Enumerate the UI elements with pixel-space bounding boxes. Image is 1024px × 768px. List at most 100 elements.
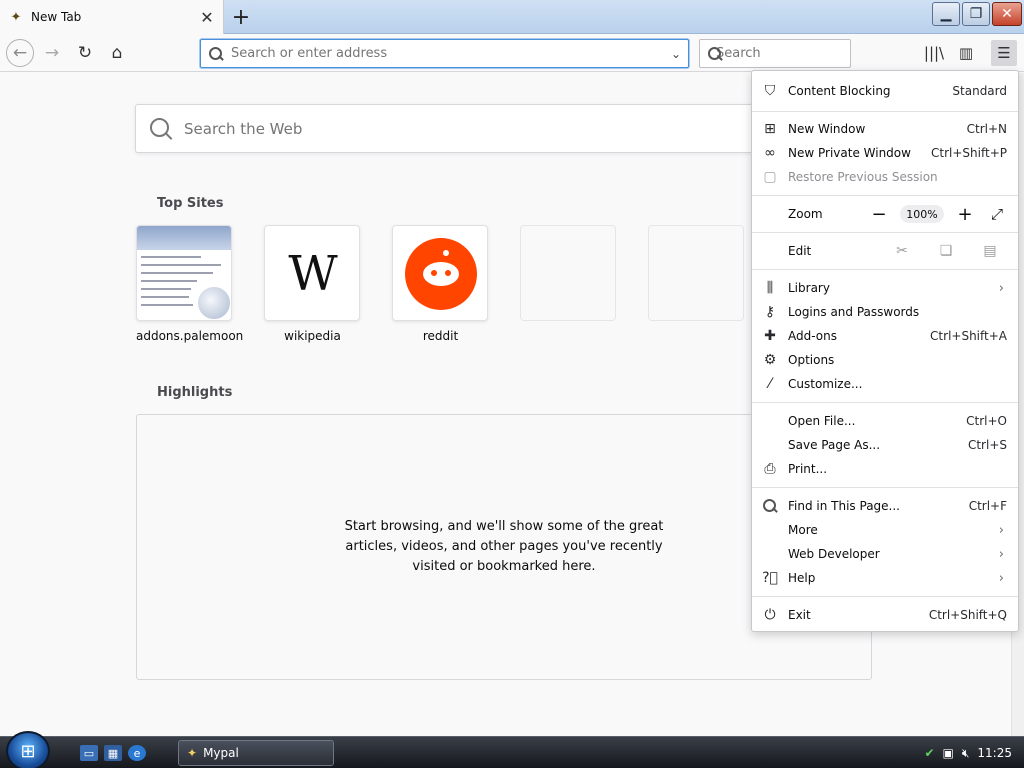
search-bar[interactable] xyxy=(699,39,886,68)
forward-arrow-icon[interactable]: → xyxy=(38,39,66,67)
menu-item-label: Options xyxy=(788,353,835,367)
site-thumbnail-empty xyxy=(520,225,616,321)
paste-icon[interactable]: ▤ xyxy=(968,240,1012,262)
zoom-controls: − 100% + ⤢ xyxy=(866,203,1010,225)
chevron-right-icon: › xyxy=(998,546,1004,562)
menu-item-value: Standard xyxy=(952,84,1007,98)
top-site-tile[interactable]: addons.palemoon xyxy=(136,225,244,343)
tab-close-icon[interactable]: ✕ xyxy=(197,7,217,27)
start-button[interactable]: ⊞ xyxy=(6,731,50,768)
private-mask-icon: ∞ xyxy=(764,145,776,161)
chevron-right-icon: › xyxy=(998,570,1004,586)
back-arrow-icon[interactable]: ← xyxy=(6,39,34,67)
menu-item-shortcut: Ctrl+Shift+A xyxy=(930,329,1007,343)
shield-icon: ⛉ xyxy=(764,83,776,99)
site-thumbnail xyxy=(392,225,488,321)
menu-item-shortcut: Ctrl+O xyxy=(966,414,1007,428)
menu-item-help[interactable]: ?⃝ Help › xyxy=(752,566,1018,590)
menu-item-web-developer[interactable]: Web Developer › xyxy=(752,542,1018,566)
menu-item-options[interactable]: ⚙ Options xyxy=(752,348,1018,372)
new-window-icon: ⊞ xyxy=(764,121,776,137)
moon-icon xyxy=(195,284,231,320)
menu-item-label: Exit xyxy=(788,608,811,622)
menu-item-more[interactable]: More › xyxy=(752,518,1018,542)
zoom-reset-button[interactable]: 100% xyxy=(900,205,944,223)
search-input[interactable] xyxy=(716,46,886,61)
reload-icon[interactable]: ↻ xyxy=(71,39,99,67)
minimize-button[interactable]: ▁ xyxy=(932,2,960,26)
tab-bar: ✦ New Tab ✕ + ▁ ❐ ✕ xyxy=(0,0,1024,34)
mypal-app-icon: ✦ xyxy=(187,746,198,760)
menu-item-logins[interactable]: ⚷ Logins and Passwords xyxy=(752,300,1018,324)
hamburger-menu-icon[interactable]: ☰ xyxy=(991,40,1017,66)
taskbar: ⊞ ▭ ▦ e ✦ Mypal ✔ ▣ 🔇︎ 11:25 xyxy=(0,731,1024,768)
menu-item-shortcut: Ctrl+Shift+P xyxy=(931,146,1007,160)
menu-item-label: Restore Previous Session xyxy=(788,170,938,184)
menu-item-save-page[interactable]: Save Page As... Ctrl+S xyxy=(752,433,1018,457)
url-input[interactable] xyxy=(231,46,664,61)
new-tab-button[interactable]: + xyxy=(229,5,253,30)
menu-item-new-private-window[interactable]: ∞ New Private Window Ctrl+Shift+P xyxy=(752,141,1018,165)
home-icon[interactable]: ⌂ xyxy=(103,39,131,67)
edit-controls: ✂ ❏ ▤ xyxy=(880,240,1012,262)
top-site-placeholder xyxy=(648,225,745,329)
network-icon[interactable]: ▣ xyxy=(943,746,954,760)
window-close-button[interactable]: ✕ xyxy=(992,2,1022,26)
search-icon xyxy=(752,499,788,513)
cut-icon[interactable]: ✂ xyxy=(880,240,924,262)
clock[interactable]: 11:25 xyxy=(977,746,1012,760)
show-desktop-icon[interactable]: ▭ xyxy=(80,745,98,761)
chevron-right-icon: › xyxy=(998,522,1004,538)
fullscreen-icon[interactable]: ⤢ xyxy=(984,203,1010,225)
menu-item-open-file[interactable]: Open File... Ctrl+O xyxy=(752,409,1018,433)
copy-icon[interactable]: ❏ xyxy=(924,240,968,262)
taskbar-item-mypal[interactable]: ✦ Mypal xyxy=(178,740,334,766)
menu-item-label: Edit xyxy=(788,244,812,258)
menu-item-label: Content Blocking xyxy=(788,84,891,98)
paintbrush-icon: ⁄ xyxy=(768,376,772,392)
tab-favicon-icon: ✦ xyxy=(10,9,22,25)
help-icon: ?⃝ xyxy=(762,570,778,586)
search-icon xyxy=(150,117,172,140)
zoom-out-button[interactable]: − xyxy=(866,203,892,225)
site-thumbnail: W xyxy=(264,225,360,321)
menu-item-label: More xyxy=(788,523,818,537)
restore-button[interactable]: ❐ xyxy=(962,2,990,26)
menu-item-addons[interactable]: ✚ Add-ons Ctrl+Shift+A xyxy=(752,324,1018,348)
menu-item-find[interactable]: Find in This Page... Ctrl+F xyxy=(752,494,1018,518)
menu-item-customize[interactable]: ⁄ Customize... xyxy=(752,372,1018,396)
wikipedia-logo-icon: W xyxy=(288,246,338,302)
library-icon: ⫼ xyxy=(766,280,774,296)
tab-new-tab[interactable]: ✦ New Tab ✕ xyxy=(0,0,224,34)
app-menu-panel: ⛉ Content Blocking Standard ⊞ New Window… xyxy=(751,70,1019,632)
chevron-down-icon[interactable]: ⌄ xyxy=(664,47,688,61)
menu-item-library[interactable]: ⫼ Library › xyxy=(752,276,1018,300)
zoom-in-button[interactable]: + xyxy=(952,203,978,225)
site-thumbnail-empty xyxy=(648,225,744,321)
web-search-input[interactable] xyxy=(184,119,774,138)
library-icon[interactable]: |||\ xyxy=(920,40,948,66)
system-tray: ✔ ▣ 🔇︎ 11:25 xyxy=(912,737,1024,768)
menu-item-exit[interactable]: ⏻ Exit Ctrl+Shift+Q xyxy=(752,603,1018,627)
site-label: addons.palemoon xyxy=(136,329,244,343)
security-shield-icon[interactable]: ✔ xyxy=(924,746,934,760)
top-site-placeholder xyxy=(520,225,617,329)
site-label: reddit xyxy=(422,329,459,343)
tab-title: New Tab xyxy=(31,10,82,24)
url-bar[interactable]: ⌄ xyxy=(200,39,689,68)
switch-windows-icon[interactable]: ▦ xyxy=(104,745,122,761)
menu-item-new-window[interactable]: ⊞ New Window Ctrl+N xyxy=(752,117,1018,141)
menu-item-label: Zoom xyxy=(788,207,823,221)
menu-item-label: Find in This Page... xyxy=(788,499,900,513)
internet-explorer-icon[interactable]: e xyxy=(128,745,146,761)
gear-icon: ⚙ xyxy=(763,352,777,368)
menu-item-content-blocking[interactable]: ⛉ Content Blocking Standard xyxy=(752,79,1018,103)
top-sites-heading: Top Sites xyxy=(157,196,224,211)
menu-item-label: Logins and Passwords xyxy=(788,305,920,319)
volume-muted-icon[interactable]: 🔇︎ xyxy=(962,746,970,761)
web-search-box[interactable] xyxy=(135,104,775,153)
top-site-tile[interactable]: reddit xyxy=(392,225,489,343)
menu-item-print[interactable]: ⎙ Print... xyxy=(752,457,1018,481)
top-site-tile[interactable]: W wikipedia xyxy=(264,225,361,343)
sidebar-icon[interactable]: ▥ xyxy=(952,40,980,66)
